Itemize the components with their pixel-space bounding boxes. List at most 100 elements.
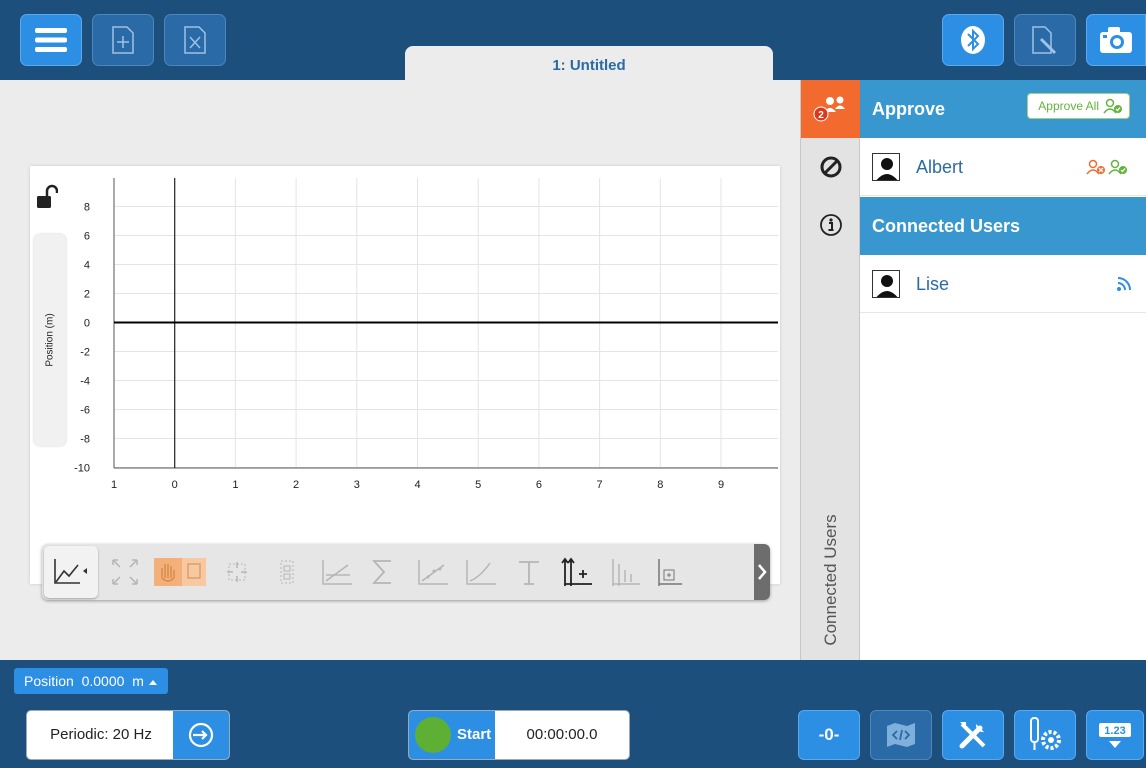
- curve-fit-button[interactable]: [414, 552, 452, 592]
- snapshot-button[interactable]: [1086, 14, 1146, 66]
- meter-display-button[interactable]: 1.23: [1086, 710, 1144, 760]
- bluetooth-button[interactable]: [942, 14, 1004, 66]
- y-tick-label: -4: [80, 376, 90, 388]
- close-file-button[interactable]: [164, 14, 226, 66]
- tab-document[interactable]: 1: Untitled: [405, 46, 773, 80]
- code-map-icon: [887, 723, 915, 747]
- collection-rate-label: Periodic: 20 Hz: [50, 726, 152, 743]
- x-tick-labels: 1 0 1 2 3 4 5 6 7 8 9: [111, 479, 724, 491]
- plot-area[interactable]: 8 6 4 2 0 -2 -4 -6 -8 -10 1 0 1 2 3 4 5 6 7 8 9: [30, 166, 780, 506]
- user-silhouette-icon: [876, 275, 898, 297]
- meter-display-icon: 1.23: [1099, 723, 1131, 748]
- y-tick-label: 4: [84, 260, 90, 272]
- top-toolbar: 1: Untitled: [0, 0, 1146, 80]
- meter-label: Position: [24, 673, 74, 689]
- model-button[interactable]: [462, 552, 500, 592]
- start-button[interactable]: Start: [409, 711, 495, 759]
- meter-bar: Position 0.0000 m: [0, 660, 1146, 700]
- y-tick-label: 8: [84, 202, 90, 214]
- select-button[interactable]: [268, 552, 306, 592]
- x-tick-label: 6: [536, 479, 542, 491]
- graph-options-button[interactable]: [44, 546, 98, 598]
- x-tick-label: 4: [414, 479, 420, 491]
- tab-approve[interactable]: 2: [801, 80, 860, 138]
- tab-blocked[interactable]: [801, 138, 860, 196]
- approve-all-button[interactable]: Approve All: [1027, 93, 1130, 119]
- scale-button[interactable]: [606, 552, 644, 592]
- connected-users-header: Connected Users: [860, 197, 1146, 255]
- hamburger-icon: [35, 28, 67, 52]
- approve-user-icon: [1103, 98, 1122, 114]
- tools-icon: [959, 722, 986, 749]
- add-column-button[interactable]: [558, 552, 596, 592]
- graph-layout-button[interactable]: [650, 552, 688, 592]
- y-tick-label: -2: [80, 347, 90, 359]
- new-file-button[interactable]: [92, 14, 154, 66]
- pending-user-name: Albert: [916, 157, 964, 177]
- expand-icon: [112, 559, 138, 585]
- reject-user-icon[interactable]: [1086, 159, 1106, 175]
- examine-icon: [227, 562, 247, 582]
- zero-button[interactable]: -0-: [798, 710, 860, 760]
- accept-user-icon[interactable]: [1108, 159, 1128, 175]
- collection-control: Start 00:00:00.0: [408, 710, 630, 760]
- user-silhouette-icon: [876, 158, 898, 180]
- y-tick-label: -6: [80, 405, 90, 417]
- annotation-button[interactable]: [510, 552, 548, 592]
- text-icon: [519, 561, 539, 585]
- connected-user-name: Lise: [916, 274, 950, 294]
- rss-feed-icon[interactable]: [1116, 276, 1132, 292]
- bottom-toolbar: Periodic: 20 Hz Start 00:00:00.0 -0- 1.2…: [0, 700, 1146, 768]
- close-file-icon: [184, 26, 206, 54]
- connected-user-row: Lise: [860, 255, 1146, 313]
- embed-button[interactable]: [870, 710, 932, 760]
- plot-grid: [113, 178, 778, 469]
- x-tick-label: 2: [293, 479, 299, 491]
- select-icon: [280, 560, 294, 584]
- x-tick-label: 7: [597, 479, 603, 491]
- app-window: 1: Untitled Position (m) 8 6 4 2 0 -2 -4 -6 -8 -1…: [0, 0, 1146, 768]
- add-axis-icon: [561, 557, 592, 586]
- pan-button[interactable]: [152, 552, 208, 592]
- model-icon: [466, 560, 496, 585]
- examine-button[interactable]: [218, 552, 256, 592]
- caret-up-icon: [148, 680, 157, 685]
- menu-button[interactable]: [20, 14, 82, 66]
- y-tick-label: 6: [84, 231, 90, 243]
- position-meter-button[interactable]: Position 0.0000 m: [14, 668, 168, 694]
- sensor-gear-icon: [1030, 717, 1061, 750]
- data-collection-mode[interactable]: Periodic: 20 Hz: [26, 710, 230, 760]
- new-file-icon: [112, 26, 134, 54]
- connected-users-tab-label[interactable]: Connected Users: [821, 514, 841, 645]
- approve-count-badge: 2: [818, 110, 824, 121]
- tab-info[interactable]: [801, 196, 860, 254]
- hand-icon: [154, 558, 206, 586]
- x-tick-label: 8: [657, 479, 663, 491]
- annotate-icon: [1032, 26, 1057, 55]
- camera-icon: [1100, 27, 1132, 53]
- x-tick-label: 1: [232, 479, 238, 491]
- tangent-icon: [322, 560, 352, 585]
- avatar: [872, 270, 900, 298]
- users-panel: Approve Approve All Albert Connected Use…: [860, 80, 1146, 660]
- x-tick-label: 9: [718, 479, 724, 491]
- start-label: Start: [457, 726, 492, 743]
- toolbar-more-button[interactable]: [754, 544, 770, 600]
- annotate-button[interactable]: [1014, 14, 1076, 66]
- sensor-settings-button[interactable]: [1014, 710, 1076, 760]
- x-tick-label: 5: [475, 479, 481, 491]
- approve-all-label: Approve All: [1038, 99, 1099, 113]
- integral-button[interactable]: [364, 552, 402, 592]
- autoscale-button[interactable]: [106, 552, 144, 592]
- x-tick-label: 1: [111, 479, 117, 491]
- tools-button[interactable]: [942, 710, 1004, 760]
- scale-icon: [612, 559, 640, 586]
- work-area: Position (m) 8 6 4 2 0 -2 -4 -6 -8 -10 1012345678…: [0, 80, 800, 660]
- info-icon: [819, 214, 842, 236]
- chevron-right-icon: [758, 564, 767, 580]
- collection-settings-button[interactable]: [173, 711, 229, 759]
- graph-panel: Position (m) 8 6 4 2 0 -2 -4 -6 -8 -10 1012345678…: [30, 166, 780, 600]
- collaboration-tabs: 2 Connected Users: [800, 80, 860, 660]
- avatar: [872, 153, 900, 181]
- tangent-button[interactable]: [318, 552, 356, 592]
